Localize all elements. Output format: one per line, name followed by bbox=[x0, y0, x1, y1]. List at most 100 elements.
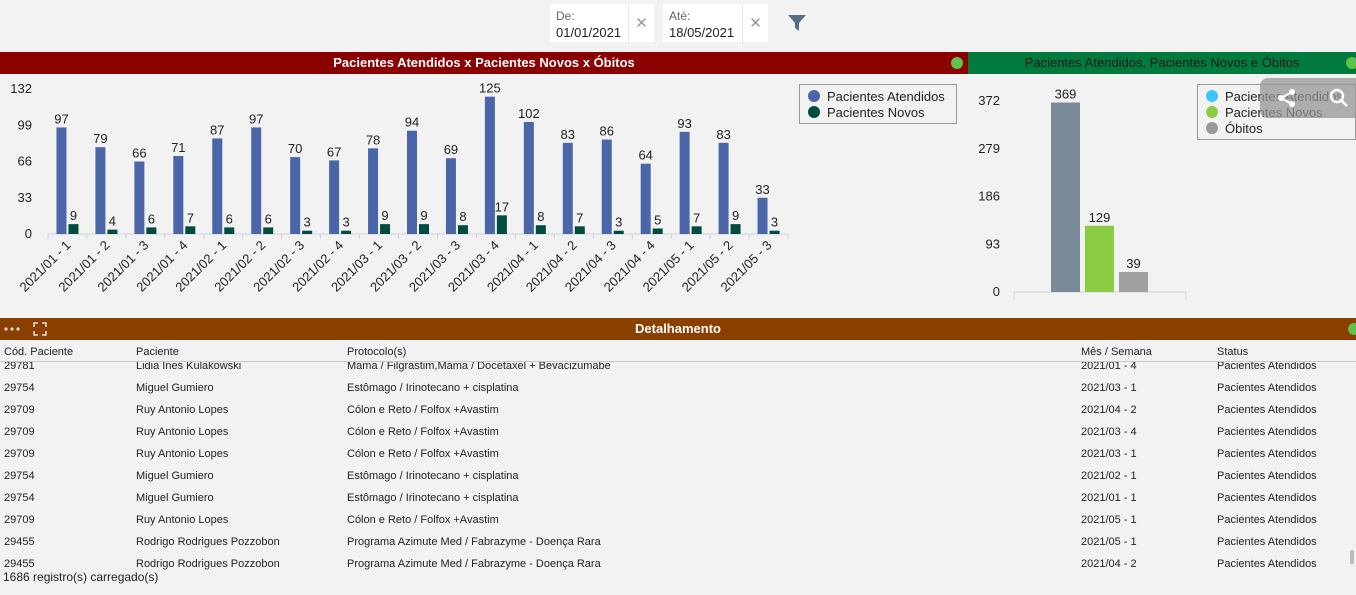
table-row[interactable]: 29455 Rodrigo Rodrigues Pozzobon Programa … bbox=[0, 532, 1356, 554]
table-row[interactable]: 29754 Miguel Gumiero Estômago / Irinotecan… bbox=[0, 378, 1356, 400]
bar-novos-total[interactable] bbox=[1085, 225, 1114, 292]
column-header[interactable]: Paciente bbox=[136, 346, 179, 358]
bar-atendidos[interactable] bbox=[173, 156, 184, 234]
clear-date-to-icon[interactable]: ✕ bbox=[742, 4, 768, 44]
bar-novos[interactable] bbox=[263, 227, 274, 234]
share-icon[interactable] bbox=[1276, 87, 1298, 109]
more-icon[interactable] bbox=[4, 326, 20, 332]
expand-icon[interactable] bbox=[33, 322, 47, 336]
funnel-icon[interactable] bbox=[786, 12, 808, 34]
data-label: 97 bbox=[54, 111, 68, 126]
status-dot-icon bbox=[1346, 57, 1356, 69]
bar-atendidos-total[interactable] bbox=[1051, 102, 1080, 293]
right-panel-title: Pacientes Atendidos, Pacientes Novos e Ó… bbox=[1024, 55, 1300, 70]
column-header[interactable]: Status bbox=[1217, 346, 1248, 358]
table-cell: 2021/02 - 1 bbox=[1081, 470, 1137, 482]
search-icon[interactable] bbox=[1328, 87, 1350, 109]
data-label: 83 bbox=[561, 127, 575, 142]
bar-novos[interactable] bbox=[341, 230, 352, 234]
bar-novos[interactable] bbox=[68, 224, 79, 234]
bar-atendidos[interactable] bbox=[757, 197, 768, 234]
date-to-filter[interactable]: Até: 18/05/2021 ✕ bbox=[662, 3, 769, 44]
bar-atendidos[interactable] bbox=[718, 142, 729, 234]
data-label: 83 bbox=[716, 127, 730, 142]
column-header[interactable]: Cód. Paciente bbox=[4, 346, 73, 358]
y-tick-label: 132 bbox=[10, 81, 32, 96]
legend-dot-icon bbox=[1206, 106, 1218, 118]
data-label: 67 bbox=[327, 144, 341, 159]
bar-novos[interactable] bbox=[107, 229, 118, 234]
data-label: 9 bbox=[70, 208, 77, 223]
legend-dot-icon bbox=[808, 106, 820, 118]
data-label: 7 bbox=[187, 210, 194, 225]
bar-atendidos[interactable] bbox=[445, 158, 456, 234]
clear-date-from-icon[interactable]: ✕ bbox=[628, 4, 654, 44]
table-row[interactable]: 29754 Miguel Gumiero Estômago / Irinotecan… bbox=[0, 466, 1356, 488]
legend-item-novos[interactable]: Pacientes Novos bbox=[808, 104, 948, 120]
bar-atendidos[interactable] bbox=[679, 131, 690, 234]
bar-atendidos[interactable] bbox=[484, 96, 495, 234]
table-row[interactable]: 29709 Ruy Antonio Lopes Cólon e Reto / Fol… bbox=[0, 400, 1356, 422]
bar-novos[interactable] bbox=[146, 227, 157, 234]
data-label: 93 bbox=[677, 116, 691, 131]
bar-atendidos[interactable] bbox=[523, 121, 534, 234]
bar-atendidos[interactable] bbox=[329, 160, 340, 234]
y-tick-label: 372 bbox=[978, 93, 1000, 108]
bar-novos[interactable] bbox=[730, 224, 741, 234]
bar-atendidos[interactable] bbox=[562, 142, 573, 234]
table-row[interactable]: 29455 Rodrigo Rodrigues Pozzobon Programa … bbox=[0, 554, 1356, 570]
chart-actions-overlay[interactable] bbox=[1260, 78, 1356, 118]
table-cell: Pacientes Atendidos bbox=[1217, 382, 1317, 394]
bar-novos[interactable] bbox=[380, 224, 391, 234]
bar-obitos-total[interactable] bbox=[1119, 271, 1148, 292]
details-panel-header: Detalhamento bbox=[0, 318, 1356, 340]
table-row[interactable]: 29709 Ruy Antonio Lopes Cólon e Reto / Fol… bbox=[0, 510, 1356, 532]
legend-item-atendidos[interactable]: Pacientes Atendidos bbox=[808, 88, 948, 104]
bar-novos[interactable] bbox=[574, 226, 585, 234]
date-from-filter[interactable]: De: 01/01/2021 ✕ bbox=[549, 3, 655, 44]
table-cell: Pacientes Atendidos bbox=[1217, 492, 1317, 504]
table-cell: 2021/03 - 1 bbox=[1081, 448, 1137, 460]
table-row[interactable]: 29709 Ruy Antonio Lopes Cólon e Reto / Fol… bbox=[0, 422, 1356, 444]
y-tick-label: 33 bbox=[18, 190, 32, 205]
bar-novos[interactable] bbox=[691, 226, 702, 234]
bar-atendidos[interactable] bbox=[95, 147, 106, 234]
table-cell: Rodrigo Rodrigues Pozzobon bbox=[136, 536, 280, 548]
data-label: 125 bbox=[479, 81, 501, 96]
bar-novos[interactable] bbox=[769, 230, 780, 234]
bar-atendidos[interactable] bbox=[134, 161, 145, 235]
bar-atendidos[interactable] bbox=[601, 139, 612, 234]
table-cell: Estômago / Irinotecano + cisplatina bbox=[347, 492, 519, 504]
table-row[interactable]: 29709 Ruy Antonio Lopes Cólon e Reto / Fol… bbox=[0, 444, 1356, 466]
table-cell: Cólon e Reto / Folfox +Avastim bbox=[347, 448, 499, 460]
legend-item-obitos[interactable]: Óbitos bbox=[1206, 120, 1347, 136]
bar-novos[interactable] bbox=[652, 228, 663, 234]
bar-atendidos[interactable] bbox=[368, 148, 379, 234]
table-cell: Estômago / Irinotecano + cisplatina bbox=[347, 470, 519, 482]
table-cell: Cólon e Reto / Folfox +Avastim bbox=[347, 514, 499, 526]
bar-novos[interactable] bbox=[185, 226, 196, 234]
date-to-value[interactable]: 18/05/2021 bbox=[669, 25, 734, 40]
bar-novos[interactable] bbox=[224, 227, 235, 234]
bar-novos[interactable] bbox=[535, 225, 546, 234]
bar-novos[interactable] bbox=[613, 230, 624, 234]
bar-atendidos[interactable] bbox=[251, 127, 262, 234]
status-dot-icon bbox=[951, 57, 963, 69]
bar-atendidos[interactable] bbox=[640, 163, 651, 234]
bar-atendidos[interactable] bbox=[212, 138, 223, 234]
column-header[interactable]: Protocolo(s) bbox=[347, 346, 406, 358]
date-from-value[interactable]: 01/01/2021 bbox=[556, 25, 621, 40]
table-scrollbar[interactable] bbox=[1350, 550, 1354, 564]
bar-atendidos[interactable] bbox=[290, 157, 301, 234]
column-header[interactable]: Mês / Semana bbox=[1081, 346, 1152, 358]
bar-atendidos[interactable] bbox=[56, 127, 67, 234]
data-label: 3 bbox=[615, 215, 622, 230]
data-label: 7 bbox=[576, 210, 583, 225]
details-table[interactable]: Cód. Paciente Paciente Protocolo(s) Mês … bbox=[0, 340, 1356, 570]
bar-atendidos[interactable] bbox=[407, 130, 417, 234]
bar-novos[interactable] bbox=[419, 224, 429, 234]
bar-novos[interactable] bbox=[457, 225, 468, 234]
bar-novos[interactable] bbox=[302, 230, 313, 234]
table-row[interactable]: 29754 Miguel Gumiero Estômago / Irinotecan… bbox=[0, 488, 1356, 510]
bar-novos[interactable] bbox=[496, 215, 507, 234]
